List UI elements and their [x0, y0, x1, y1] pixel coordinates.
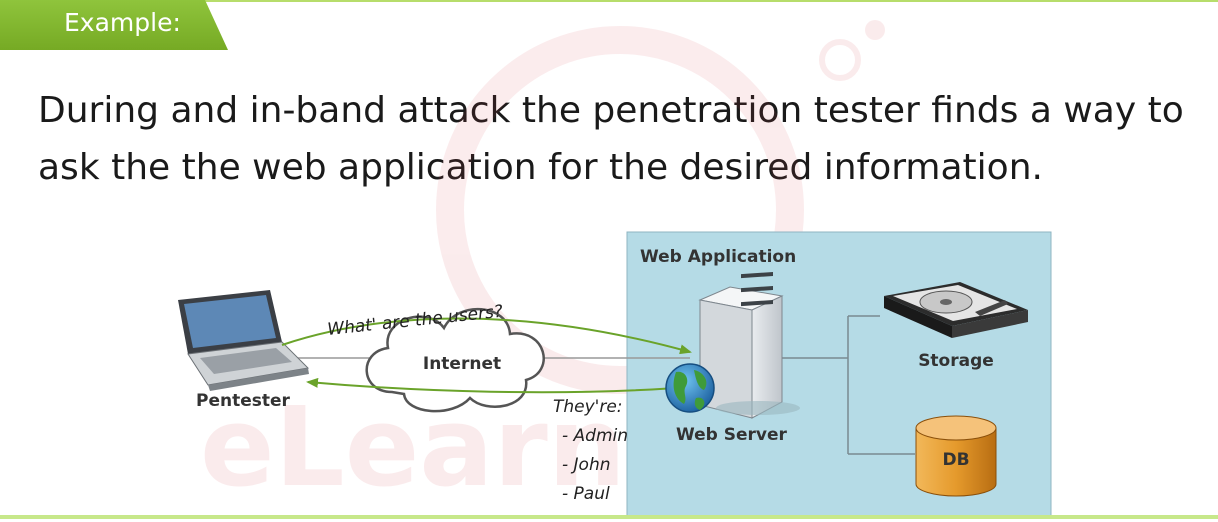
web-application-label: Web Application [640, 247, 796, 267]
answer-item: - Paul [562, 484, 610, 504]
bottom-divider [0, 515, 1218, 519]
storage-label: Storage [918, 351, 994, 371]
laptop-icon [178, 290, 310, 391]
internet-label: Internet [423, 354, 501, 374]
web-server-label: Web Server [676, 425, 788, 445]
answer-intro: They're: [553, 397, 623, 417]
db-label: DB [942, 450, 969, 470]
answer-item: - Admin [562, 426, 628, 446]
answer-item: - John [562, 455, 611, 475]
globe-icon [665, 363, 715, 413]
attack-diagram: eLearn Web Application Pentester Interne… [178, 20, 1052, 518]
pentester-label: Pentester [196, 391, 291, 411]
